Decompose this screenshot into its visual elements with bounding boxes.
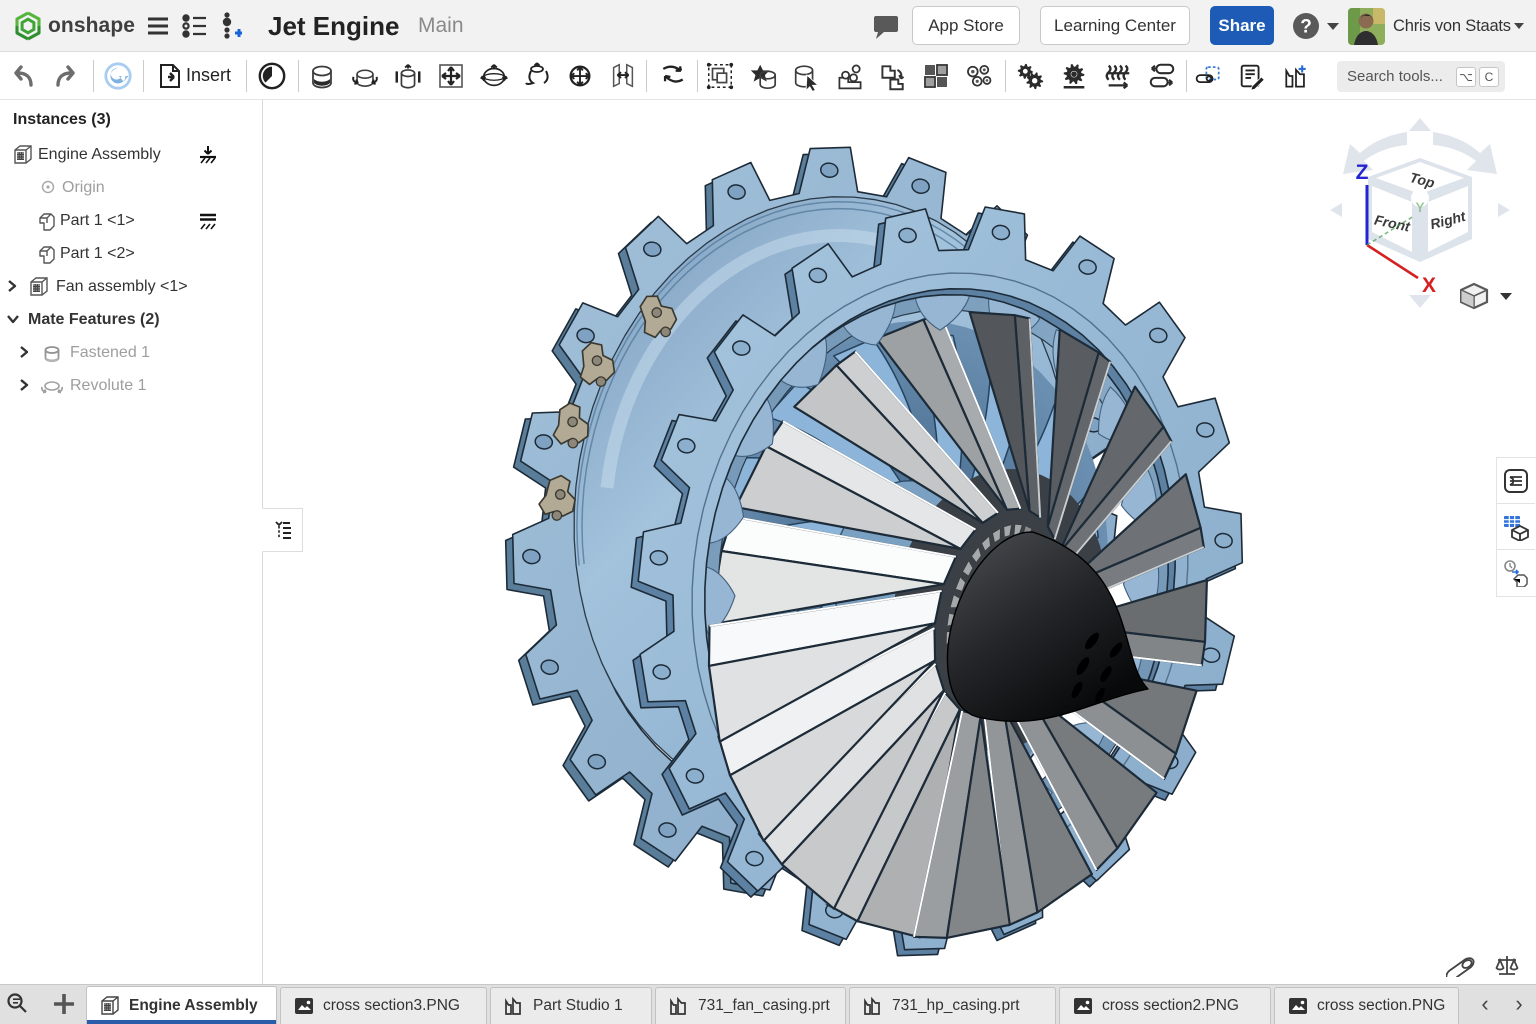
svg-text:Y: Y — [1415, 199, 1425, 215]
svg-text:X: X — [1422, 274, 1436, 297]
svg-text:Z: Z — [1356, 161, 1369, 184]
